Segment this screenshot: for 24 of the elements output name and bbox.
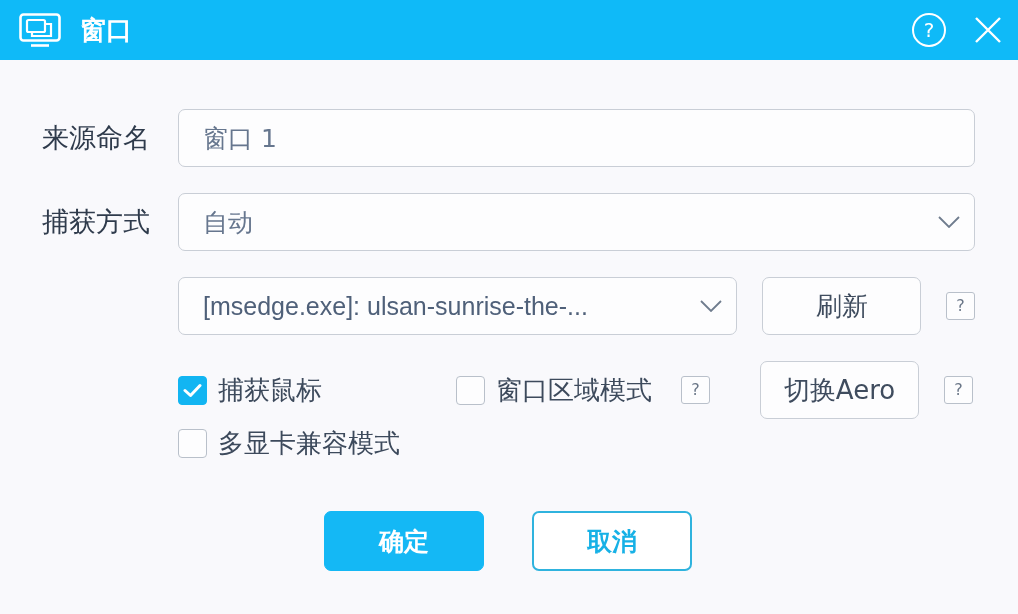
- help-button[interactable]: ?: [946, 292, 975, 320]
- checkbox[interactable]: [456, 375, 485, 405]
- refresh-button[interactable]: 刷新: [762, 277, 921, 335]
- dropdown[interactable]: 自动: [178, 193, 975, 251]
- checkbox-label: 窗口区域模式: [496, 373, 652, 407]
- field-label: 来源命名: [42, 121, 151, 155]
- checkbox[interactable]: [178, 375, 207, 405]
- toggle-button[interactable]: 切换Aero: [760, 361, 919, 419]
- chevron-down-icon: [700, 300, 722, 312]
- dropdown[interactable]: [msedge.exe]: ulsan-sunrise-the-...: [178, 277, 737, 335]
- window-title: 窗口: [80, 13, 132, 47]
- close-button[interactable]: [975, 17, 1001, 43]
- checkmark-icon: [183, 382, 202, 398]
- chevron-down-icon: [938, 216, 960, 228]
- help-button[interactable]: ?: [944, 376, 973, 404]
- monitor-windows-icon: [19, 13, 61, 47]
- help-button[interactable]: ?: [681, 376, 710, 404]
- checkbox-label: 多显卡兼容模式: [218, 427, 400, 460]
- text-field[interactable]: 窗口 1: [178, 109, 975, 167]
- cancel-button[interactable]: 取消: [532, 511, 692, 571]
- checkbox-label: 捕获鼠标: [218, 373, 322, 407]
- field-label: 捕获方式: [42, 205, 151, 239]
- checkbox[interactable]: [178, 429, 207, 458]
- close-icon: [975, 17, 1001, 43]
